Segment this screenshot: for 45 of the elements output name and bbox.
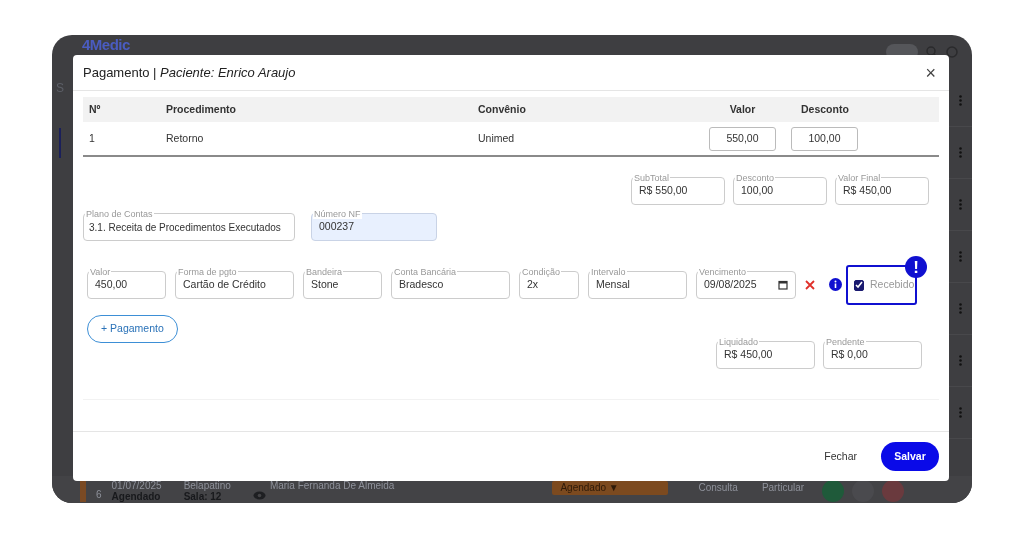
field-label: Plano de Contas: [85, 209, 154, 219]
field-label: Vencimento: [698, 267, 748, 277]
checkbox[interactable]: [854, 279, 864, 291]
field-label: SubTotal: [633, 173, 671, 183]
search-icon[interactable]: [926, 46, 938, 58]
insurance-header: Convênio: [478, 102, 526, 115]
appointment-date: 01/07/2025: [111, 480, 162, 491]
field-label: Desconto: [735, 173, 776, 183]
procedure-header: Procedimento: [166, 102, 236, 115]
alert-badge: !: [905, 256, 927, 278]
dialog-title: Pagamento | Paciente: Enrico Araujo: [83, 63, 296, 82]
logo: 4Medic: [82, 36, 130, 53]
field-label: Condição: [521, 267, 562, 277]
insurance-name: Unimed: [478, 131, 515, 144]
professional-name: Belapatino: [183, 480, 231, 491]
row-number: 6: [96, 488, 102, 502]
remove-icon[interactable]: [805, 280, 815, 290]
field-label: Pendente: [825, 337, 866, 347]
discount-field[interactable]: 100,00: [791, 126, 858, 151]
save-button[interactable]: Salvar: [881, 442, 939, 471]
checkbox-label: Recebido: [870, 277, 915, 293]
field-label: Forma de pgto: [177, 267, 238, 277]
nav-indicator: [59, 128, 61, 158]
discount-header: Desconto: [801, 102, 849, 115]
field-label: Intervalo: [590, 267, 627, 277]
field-label: Conta Bancária: [393, 267, 458, 277]
info-icon[interactable]: [829, 278, 842, 291]
procedure-name: Retorno: [166, 131, 204, 144]
patient-name: Maria Fernanda De Almeida: [269, 479, 395, 493]
close-text-button[interactable]: Fechar: [810, 444, 871, 469]
value-field[interactable]: 550,00: [709, 126, 776, 151]
row-number: 1: [89, 131, 95, 144]
field-label: Liquidado: [718, 337, 760, 347]
calendar-icon[interactable]: [778, 280, 788, 290]
add-payment-button[interactable]: + Pagamento: [87, 315, 178, 343]
help-icon[interactable]: [946, 46, 958, 58]
insurance-label: Particular: [761, 481, 805, 495]
field-label: Valor: [89, 267, 112, 277]
value-header: Valor: [729, 102, 756, 115]
close-button[interactable]: ×: [922, 63, 939, 82]
field-label: Valor Final: [837, 173, 882, 183]
number-header: Nº: [89, 102, 101, 115]
field-label: Bandeira: [305, 267, 344, 277]
field-label: Número NF: [313, 209, 362, 219]
appointment-type: Consulta: [698, 481, 738, 495]
